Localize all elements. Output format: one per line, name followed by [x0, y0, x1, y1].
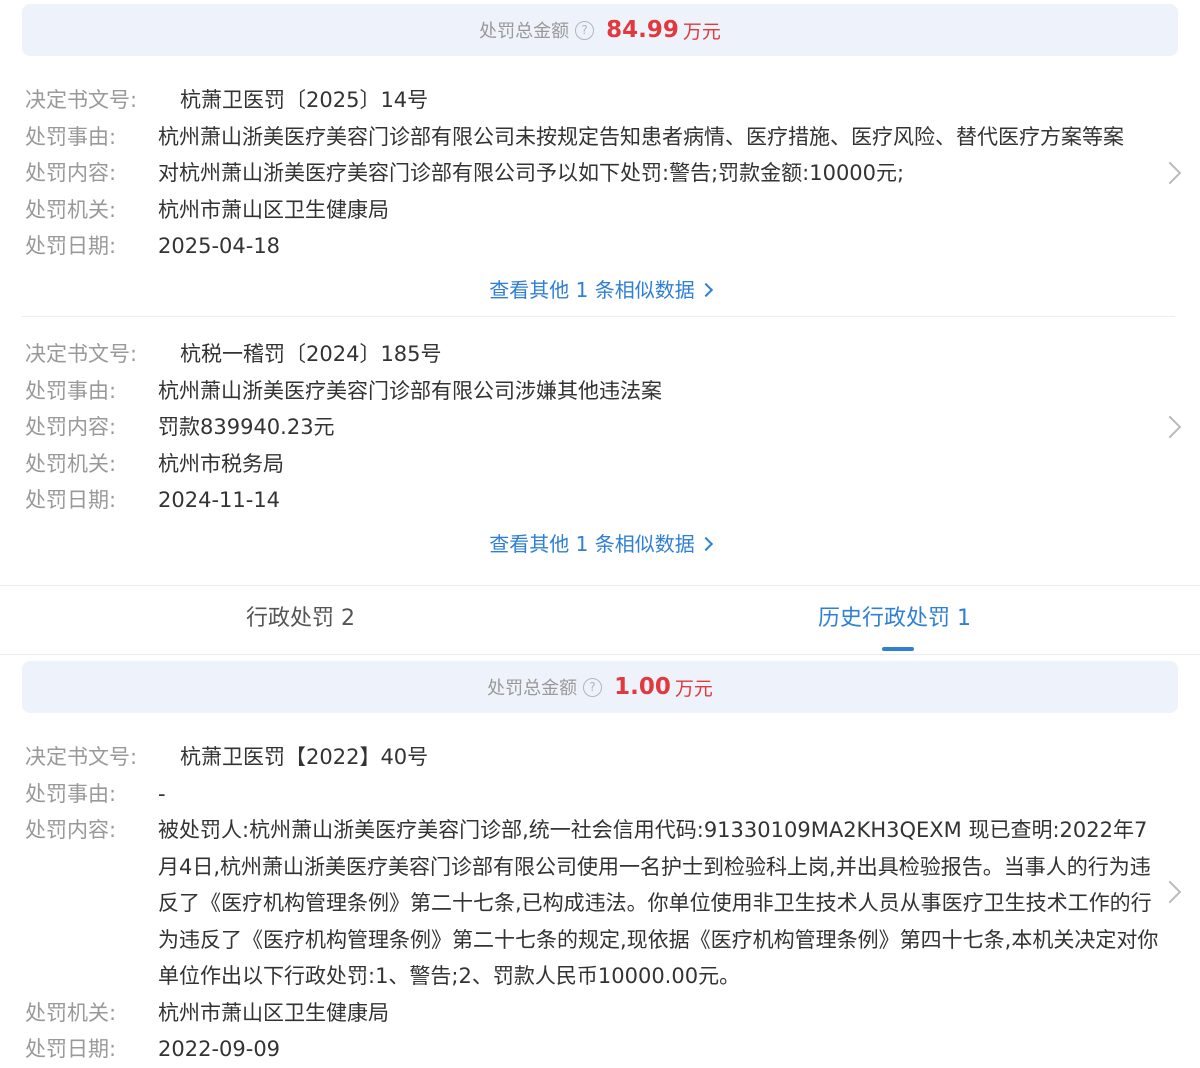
date-label: 处罚日期: [25, 488, 117, 512]
date-row: 处罚日期: 2022-09-09 [0, 1031, 1200, 1068]
reason-row: 处罚事由: 杭州萧山浙美医疗美容门诊部有限公司未按规定告知患者病情、医疗措施、医… [0, 119, 1200, 156]
summary-unit: 万元 [682, 20, 721, 43]
penalty-record[interactable]: 决定书文号: 杭税一稽罚〔2024〕185号 处罚事由: 杭州萧山浙美医疗美容门… [0, 336, 1200, 519]
doc-no-label: 决定书文号: [25, 745, 138, 769]
org-value: 杭州市税务局 [158, 451, 284, 476]
date-label: 处罚日期: [25, 234, 117, 258]
tab-history-admin-penalty[interactable]: 历史行政处罚 1 [818, 586, 971, 654]
doc-no-value: 杭税一稽罚〔2024〕185号 [180, 342, 442, 366]
org-label: 处罚机关: [25, 1000, 117, 1025]
content-row: 处罚内容: 罚款839940.23元 [0, 409, 1200, 446]
reason-label: 处罚事由: [25, 378, 117, 403]
date-label: 处罚日期: [25, 1037, 117, 1061]
reason-row: 处罚事由: - [0, 776, 1200, 813]
reason-label: 处罚事由: [25, 124, 117, 149]
content-row: 处罚内容: 对杭州萧山浙美医疗美容门诊部有限公司予以如下处罚:警告;罚款金额:1… [0, 155, 1200, 192]
help-icon[interactable]: ? [575, 20, 595, 40]
summary-amount: 84.99 [606, 17, 679, 43]
content-label: 处罚内容: [25, 818, 117, 842]
reason-value: - [158, 781, 166, 806]
date-value: 2022-09-09 [158, 1037, 281, 1061]
doc-no-value: 杭萧卫医罚〔2025〕14号 [180, 88, 429, 112]
doc-no-label: 决定书文号: [25, 342, 138, 366]
tab-admin-penalty[interactable]: 行政处罚 2 [246, 586, 355, 654]
view-similar-label: 查看其他 1 条相似数据 [489, 532, 695, 556]
content-row: 处罚内容: 被处罚人:杭州萧山浙美医疗美容门诊部,统一社会信用代码:913301… [0, 812, 1200, 995]
reason-row: 处罚事由: 杭州萧山浙美医疗美容门诊部有限公司涉嫌其他违法案 [0, 373, 1200, 410]
org-label: 处罚机关: [25, 451, 117, 476]
view-similar-link[interactable]: 查看其他 1 条相似数据 [0, 528, 1200, 557]
view-similar-label: 查看其他 1 条相似数据 [489, 278, 695, 302]
summary-amount: 1.00 [614, 674, 671, 700]
org-row: 处罚机关: 杭州市萧山区卫生健康局 [0, 995, 1200, 1032]
view-similar-link[interactable]: 查看其他 1 条相似数据 [0, 274, 1200, 303]
org-row: 处罚机关: 杭州市税务局 [0, 446, 1200, 483]
chevron-right-icon [698, 282, 713, 298]
content-label: 处罚内容: [25, 161, 117, 185]
penalty-total-summary: 处罚总金额 ? 1.00 万元 [22, 661, 1178, 713]
tab-bar: 行政处罚 2 历史行政处罚 1 [0, 585, 1200, 655]
date-row: 处罚日期: 2024-11-14 [0, 482, 1200, 519]
org-row: 处罚机关: 杭州市萧山区卫生健康局 [0, 192, 1200, 229]
org-label: 处罚机关: [25, 197, 117, 222]
summary-unit: 万元 [674, 677, 713, 700]
summary-label: 处罚总金额 [487, 678, 578, 699]
content-label: 处罚内容: [25, 415, 117, 439]
summary-label: 处罚总金额 [479, 21, 570, 42]
doc-no-row: 决定书文号: 杭萧卫医罚【2022】40号 [0, 739, 1200, 776]
penalty-total-summary: 处罚总金额 ? 84.99 万元 [22, 4, 1178, 56]
doc-no-label: 决定书文号: [25, 88, 138, 112]
divider [22, 316, 1175, 317]
date-value: 2025-04-18 [158, 234, 281, 258]
org-value: 杭州市萧山区卫生健康局 [158, 197, 389, 222]
chevron-right-icon [698, 536, 713, 552]
reason-label: 处罚事由: [25, 781, 117, 806]
reason-value: 杭州萧山浙美医疗美容门诊部有限公司未按规定告知患者病情、医疗措施、医疗风险、替代… [158, 124, 1124, 149]
reason-value: 杭州萧山浙美医疗美容门诊部有限公司涉嫌其他违法案 [158, 378, 662, 403]
content-value: 对杭州萧山浙美医疗美容门诊部有限公司予以如下处罚:警告;罚款金额:10000元; [158, 161, 905, 185]
doc-no-row: 决定书文号: 杭税一稽罚〔2024〕185号 [0, 336, 1200, 373]
help-icon[interactable]: ? [583, 677, 603, 697]
penalty-record[interactable]: 决定书文号: 杭萧卫医罚〔2025〕14号 处罚事由: 杭州萧山浙美医疗美容门诊… [0, 82, 1200, 265]
content-value: 被处罚人:杭州萧山浙美医疗美容门诊部,统一社会信用代码:91330109MA2K… [158, 818, 1159, 988]
penalty-record[interactable]: 决定书文号: 杭萧卫医罚【2022】40号 处罚事由: - 处罚内容: 被处罚人… [0, 739, 1200, 1068]
doc-no-value: 杭萧卫医罚【2022】40号 [180, 745, 429, 769]
content-value: 罚款839940.23元 [158, 415, 335, 439]
active-tab-indicator [882, 647, 914, 651]
date-row: 处罚日期: 2025-04-18 [0, 228, 1200, 265]
org-value: 杭州市萧山区卫生健康局 [158, 1000, 389, 1025]
date-value: 2024-11-14 [158, 488, 281, 512]
doc-no-row: 决定书文号: 杭萧卫医罚〔2025〕14号 [0, 82, 1200, 119]
